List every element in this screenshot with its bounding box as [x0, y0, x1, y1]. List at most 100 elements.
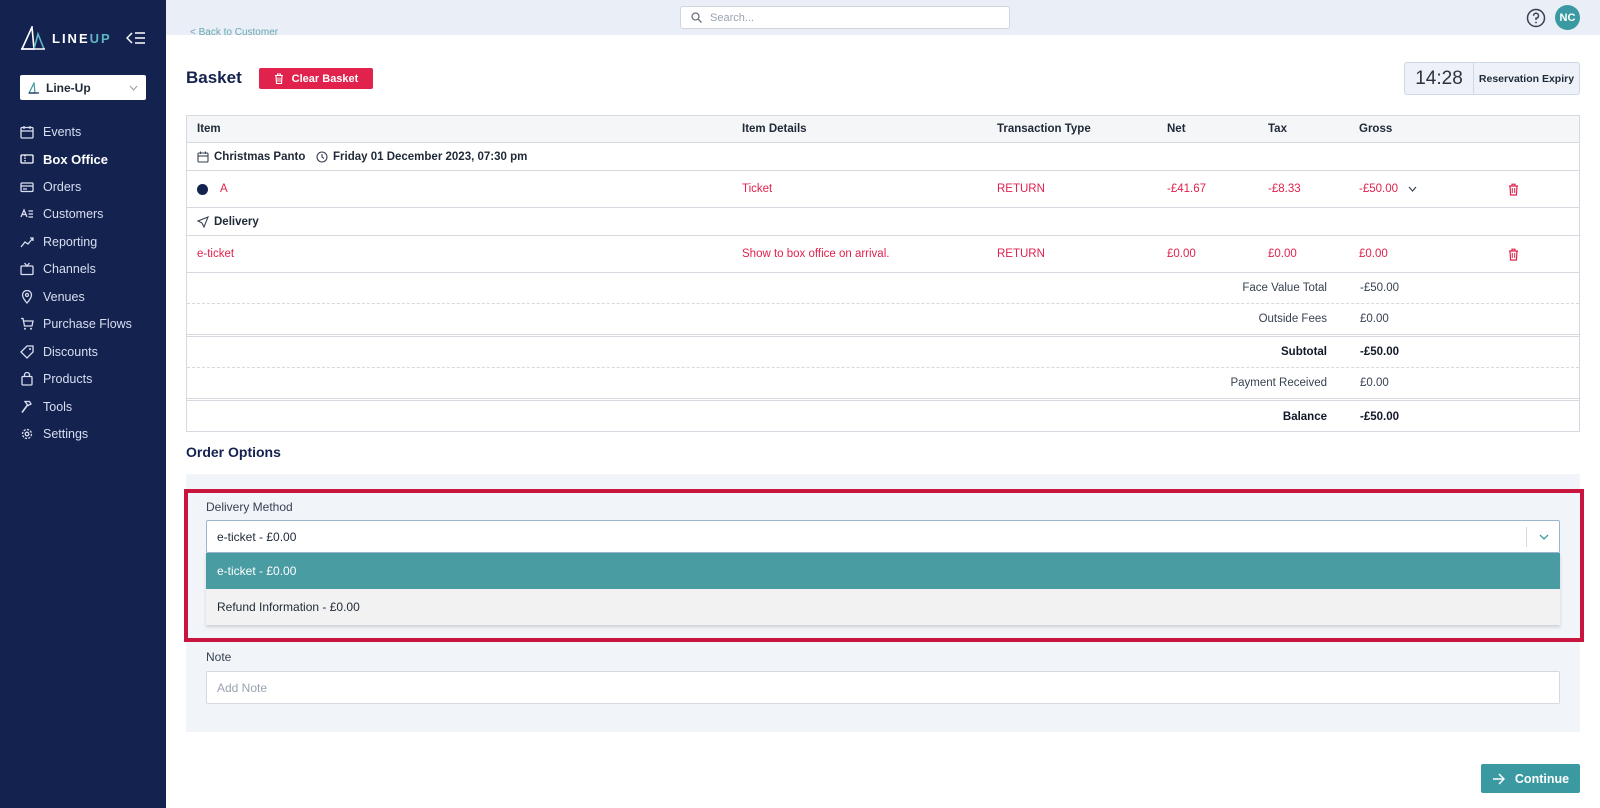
summary-label: Balance — [1282, 410, 1327, 423]
logo[interactable]: LINEUP — [20, 26, 112, 50]
remove-ticket-cell — [1508, 171, 1519, 207]
ticket-item-cell: A — [197, 171, 228, 207]
sidebar-item-label: Tools — [43, 399, 73, 414]
summary-value: -£50.00 — [1360, 282, 1400, 294]
delivery-tax: £0.00 — [1268, 248, 1297, 260]
delivery-method-dropdown: e-ticket - £0.00 Refund Information - £0… — [206, 553, 1560, 625]
summary-row-balance: Balance -£50.00 — [187, 401, 1579, 432]
logo-text: LINEUP — [52, 30, 112, 46]
sidebar-nav: Events Box Office Orders Customers Repor… — [0, 118, 166, 448]
sidebar-item-label: Box Office — [43, 151, 109, 167]
sidebar-item-discounts[interactable]: Discounts — [0, 338, 166, 366]
summary-row-face-value: Face Value Total -£50.00 — [187, 273, 1579, 304]
sidebar-item-box-office[interactable]: Box Office — [0, 146, 166, 174]
continue-label: Continue — [1514, 771, 1570, 786]
sidebar-item-venues[interactable]: Venues — [0, 283, 166, 311]
table-header: Item Item Details Transaction Type Net T… — [187, 116, 1579, 143]
customers-icon — [20, 208, 33, 218]
event-row: Christmas Panto Friday 01 December 2023,… — [187, 143, 1579, 171]
sidebar-item-channels[interactable]: Channels — [0, 256, 166, 284]
org-logo-icon — [28, 81, 39, 94]
sidebar-item-label: Products — [43, 372, 93, 387]
sidebar-item-label: Channels — [43, 262, 96, 277]
chart-icon — [20, 237, 34, 248]
summary-value: -£50.00 — [1360, 410, 1400, 423]
cart-icon — [21, 318, 34, 331]
order-options-title: Order Options — [186, 444, 281, 460]
column-header-item: Item — [197, 123, 221, 135]
note-input[interactable] — [206, 671, 1560, 704]
sidebar-item-tools[interactable]: Tools — [0, 393, 166, 421]
event-name: Christmas Panto — [214, 150, 306, 163]
sidebar-item-label: Venues — [43, 289, 85, 304]
delivery-type: RETURN — [997, 248, 1045, 260]
delivery-header-row: Delivery — [187, 208, 1579, 236]
avatar[interactable]: NC — [1555, 5, 1580, 30]
event-datetime: Friday 01 December 2023, 07:30 pm — [333, 150, 528, 163]
reservation-timer: 14:28 — [1405, 63, 1474, 94]
sidebar-item-customers[interactable]: Customers — [0, 201, 166, 229]
dropdown-option-e-ticket[interactable]: e-ticket - £0.00 — [206, 553, 1560, 589]
search-box[interactable] — [680, 6, 1010, 29]
trash-icon — [274, 73, 283, 84]
summary-value: £0.00 — [1360, 313, 1389, 325]
column-header-tax: Tax — [1268, 123, 1287, 135]
bag-icon — [21, 372, 33, 386]
sidebar-item-label: Events — [43, 124, 82, 139]
sidebar: LINEUP Line-Up Events Box Office Orders … — [0, 0, 166, 808]
delivery-gross: £0.00 — [1359, 248, 1388, 260]
column-header-item-details: Item Details — [742, 123, 807, 135]
ticket-type: RETURN — [997, 183, 1045, 195]
sidebar-item-orders[interactable]: Orders — [0, 173, 166, 201]
arrow-right-icon — [1492, 772, 1505, 785]
summary-label: Payment Received — [1230, 377, 1327, 389]
seat-marker — [197, 183, 208, 195]
continue-button[interactable]: Continue — [1481, 764, 1580, 793]
sidebar-item-settings[interactable]: Settings — [0, 421, 166, 449]
sidebar-item-purchase-flows[interactable]: Purchase Flows — [0, 311, 166, 339]
sidebar-item-label: Customers — [43, 207, 104, 222]
clear-basket-label: Clear Basket — [291, 72, 359, 85]
calendar-icon — [197, 151, 209, 163]
sidebar-item-events[interactable]: Events — [0, 118, 166, 146]
note-label: Note — [206, 650, 232, 664]
chevron-down-icon[interactable] — [1539, 533, 1549, 541]
help-icon[interactable] — [1526, 8, 1546, 28]
delivery-header-cell: Delivery — [197, 208, 259, 235]
lineup-logo-icon — [20, 26, 45, 50]
ticket-gross-cell: -£50.00 — [1359, 171, 1417, 207]
delivery-method-value: e-ticket - £0.00 — [217, 529, 297, 544]
sidebar-item-products[interactable]: Products — [0, 366, 166, 394]
hammer-icon — [21, 400, 32, 413]
clear-basket-button[interactable]: Clear Basket — [259, 68, 373, 89]
delivery-header: Delivery — [214, 215, 259, 228]
ticket-item[interactable]: A — [220, 183, 228, 195]
basket-table: Item Item Details Transaction Type Net T… — [186, 115, 1580, 432]
top-bar: NC — [166, 0, 1600, 35]
delivery-item[interactable]: e-ticket — [197, 236, 234, 272]
trash-icon[interactable] — [1508, 248, 1519, 261]
collapse-sidebar-icon[interactable] — [126, 30, 146, 46]
trash-icon[interactable] — [1508, 183, 1519, 196]
chevron-down-icon[interactable] — [1408, 186, 1417, 192]
event-datetime-cell: Friday 01 December 2023, 07:30 pm — [316, 143, 527, 170]
table-row: e-ticket Show to box office on arrival. … — [187, 236, 1579, 273]
select-separator — [1526, 527, 1527, 547]
summary-label: Face Value Total — [1242, 282, 1327, 294]
summary-value: -£50.00 — [1360, 346, 1400, 358]
reservation-expiry: 14:28 Reservation Expiry — [1404, 62, 1580, 95]
delivery-method-select[interactable]: e-ticket - £0.00 — [206, 520, 1560, 553]
search-input[interactable] — [710, 11, 990, 24]
table-row: A Ticket RETURN -£41.67 -£8.33 -£50.00 — [187, 171, 1579, 208]
org-selector[interactable]: Line-Up — [20, 75, 146, 100]
sidebar-item-label: Reporting — [43, 234, 98, 249]
tv-icon — [20, 262, 34, 276]
back-to-customer-link[interactable]: < Back to Customer — [190, 27, 278, 37]
gear-icon — [21, 429, 33, 440]
sidebar-item-label: Orders — [43, 179, 82, 194]
ticket-net: -£41.67 — [1167, 183, 1207, 195]
dropdown-option-refund-information[interactable]: Refund Information - £0.00 — [206, 589, 1560, 625]
sidebar-item-reporting[interactable]: Reporting — [0, 228, 166, 256]
summary-label: Subtotal — [1281, 346, 1327, 358]
remove-delivery-cell — [1508, 236, 1519, 272]
